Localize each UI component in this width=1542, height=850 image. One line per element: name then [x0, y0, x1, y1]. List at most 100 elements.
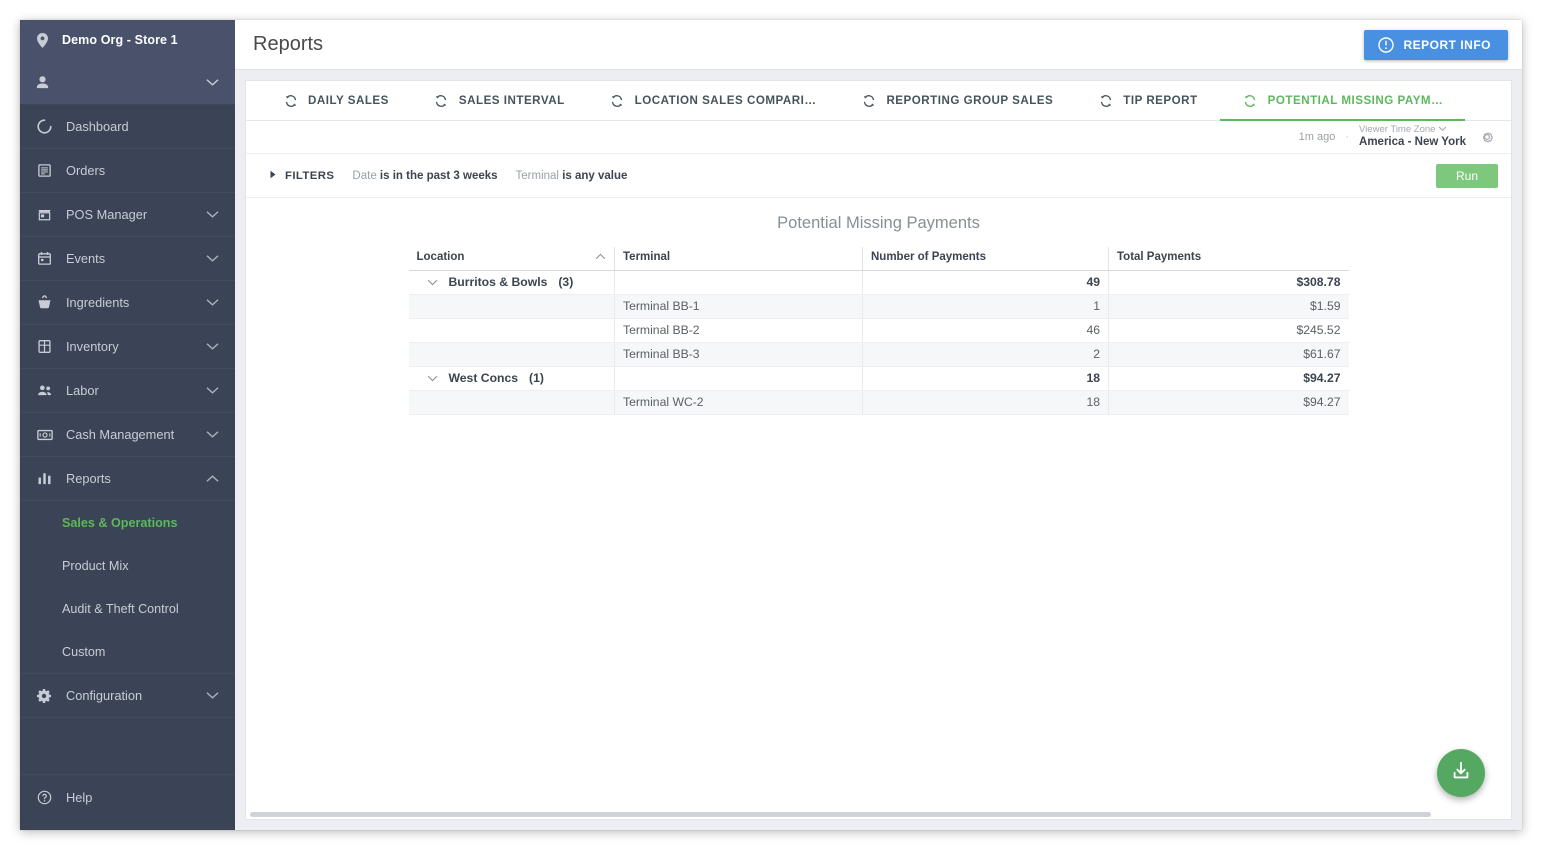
filter-chip-terminal[interactable]: Terminal is any value — [516, 170, 628, 182]
refresh-icon — [282, 92, 299, 109]
sidebar-item-events[interactable]: Events — [20, 237, 235, 281]
chevron-down-icon — [204, 294, 221, 311]
sidebar-item-audit-theft-control[interactable]: Audit & Theft Control — [20, 587, 235, 630]
table-header-row: Location Terminal Number of Payments Tot… — [408, 247, 1349, 271]
sort-asc-icon — [595, 251, 606, 263]
tab-tip-report[interactable]: TIP REPORT — [1075, 81, 1219, 120]
report-info-button[interactable]: REPORT INFO — [1364, 29, 1508, 60]
sidebar-item-labor[interactable]: Labor — [20, 369, 235, 413]
sidebar-item-label: Configuration — [66, 688, 143, 703]
cell-terminal: Terminal BB-2 — [614, 318, 863, 343]
report-settings-gear-icon[interactable] — [1476, 126, 1498, 148]
sidebar-nav-list: Dashboard Orders POS Manager Events Ingr… — [20, 105, 235, 718]
tab-label: REPORTING GROUP SALES — [886, 94, 1054, 107]
pos-manager-icon — [36, 206, 53, 223]
filters-toggle[interactable]: FILTERS — [270, 170, 334, 182]
refresh-icon — [1242, 92, 1259, 109]
cell-number-of-payments: 49 — [862, 270, 1109, 295]
download-fab-button[interactable] — [1437, 749, 1485, 797]
sidebar-item-sales-and-operations[interactable]: Sales & Operations — [20, 501, 235, 544]
table-head: Location Terminal Number of Payments Tot… — [408, 247, 1349, 271]
cell-number-of-payments: 1 — [862, 294, 1109, 319]
sidebar-subitem-label: Custom — [62, 644, 106, 659]
reports-bar-icon — [36, 470, 53, 487]
page-title: Reports — [253, 33, 324, 55]
sidebar-item-reports[interactable]: Reports — [20, 457, 235, 501]
tab-label: POTENTIAL MISSING PAYM… — [1267, 94, 1444, 107]
report-panel: DAILY SALES SALES INTERVAL LOCATION SALE… — [245, 80, 1512, 820]
sidebar-item-inventory[interactable]: Inventory — [20, 325, 235, 369]
sidebar-item-dashboard[interactable]: Dashboard — [20, 105, 235, 149]
tab-label: LOCATION SALES COMPARI… — [634, 94, 817, 107]
timezone-label: Viewer Time Zone — [1359, 124, 1436, 136]
cell-total-payments: $308.78 — [1108, 270, 1349, 295]
location-pin-icon — [34, 32, 51, 49]
sidebar-item-help[interactable]: Help — [20, 774, 235, 820]
tab-sales-interval[interactable]: SALES INTERVAL — [411, 81, 587, 120]
orders-icon — [36, 162, 53, 179]
chevron-down-icon — [1438, 125, 1447, 136]
column-label: Total Payments — [1117, 251, 1202, 263]
top-bar: Reports REPORT INFO — [235, 20, 1522, 70]
timezone-selector[interactable]: Viewer Time Zone America - New York — [1359, 125, 1466, 149]
user-avatar-icon — [34, 74, 51, 91]
user-menu[interactable] — [20, 60, 235, 105]
cell-total-payments: $94.27 — [1108, 366, 1349, 391]
sidebar-item-label: POS Manager — [66, 207, 148, 222]
column-header-terminal[interactable]: Terminal — [614, 247, 863, 271]
table-row[interactable]: Burritos & Bowls (3) 49 $308.78 — [408, 270, 1349, 295]
tab-label: TIP REPORT — [1123, 94, 1198, 107]
sidebar-item-custom[interactable]: Custom — [20, 630, 235, 673]
filter-chip-date[interactable]: Date is in the past 3 weeks — [352, 170, 497, 182]
sidebar-item-label: Events — [66, 251, 106, 266]
sidebar-item-product-mix[interactable]: Product Mix — [20, 544, 235, 587]
tab-daily-sales[interactable]: DAILY SALES — [260, 81, 411, 120]
horizontal-scrollbar[interactable] — [250, 812, 1431, 817]
expand-collapse-chevron-icon[interactable] — [427, 371, 438, 385]
filter-condition: is any value — [562, 169, 628, 182]
org-selector[interactable]: Demo Org - Store 1 — [20, 20, 235, 60]
column-header-number-of-payments[interactable]: Number of Payments — [862, 247, 1109, 271]
report-title: Potential Missing Payments — [777, 214, 980, 232]
events-calendar-icon — [36, 250, 53, 267]
tab-reporting-group-sales[interactable]: REPORTING GROUP SALES — [838, 81, 1075, 120]
report-body: Potential Missing Payments Location Term… — [246, 198, 1511, 819]
expand-collapse-chevron-icon[interactable] — [427, 275, 438, 289]
table-row[interactable]: West Concs (1) 18 $94.27 — [408, 366, 1349, 391]
refresh-icon — [433, 92, 450, 109]
sidebar-item-cash-management[interactable]: Cash Management — [20, 413, 235, 457]
sidebar-item-pos-manager[interactable]: POS Manager — [20, 193, 235, 237]
sidebar-item-label: Dashboard — [66, 119, 129, 134]
table-row[interactable]: Terminal BB-2 46 $245.52 — [408, 318, 1349, 343]
sidebar-item-configuration[interactable]: Configuration — [20, 674, 235, 718]
cell-location: Burritos & Bowls (3) — [408, 270, 615, 295]
timezone-label-row: Viewer Time Zone — [1359, 125, 1466, 136]
cell-location — [408, 294, 615, 319]
table-row[interactable]: Terminal WC-2 18 $94.27 — [408, 390, 1349, 415]
sidebar-item-ingredients[interactable]: Ingredients — [20, 281, 235, 325]
cell-terminal: Terminal BB-1 — [614, 294, 863, 319]
refresh-icon — [860, 92, 877, 109]
tab-location-sales-comparison[interactable]: LOCATION SALES COMPARI… — [587, 81, 839, 120]
chevron-down-icon — [204, 74, 221, 91]
sidebar-item-label: Ingredients — [66, 295, 130, 310]
sidebar-item-orders[interactable]: Orders — [20, 149, 235, 193]
group-name: Burritos & Bowls — [448, 275, 548, 289]
sidebar-item-label: Reports — [66, 471, 111, 486]
cell-location — [408, 390, 615, 415]
tab-potential-missing-payments[interactable]: POTENTIAL MISSING PAYM… — [1219, 81, 1466, 121]
sidebar-item-label: Cash Management — [66, 427, 175, 442]
run-button[interactable]: Run — [1436, 163, 1498, 188]
table-body: Burritos & Bowls (3) 49 $308.78 Terminal… — [408, 270, 1349, 415]
table-row[interactable]: Terminal BB-1 1 $1.59 — [408, 294, 1349, 319]
filter-condition: is in the past 3 weeks — [379, 169, 498, 182]
chevron-down-icon — [204, 687, 221, 704]
table-row[interactable]: Terminal BB-3 2 $61.67 — [408, 342, 1349, 367]
last-run-time: 1m ago — [1298, 131, 1336, 143]
column-header-total-payments[interactable]: Total Payments — [1108, 247, 1349, 271]
sidebar-subitem-label: Sales & Operations — [62, 515, 178, 530]
cell-location — [408, 342, 615, 367]
column-header-location[interactable]: Location — [408, 247, 615, 271]
sidebar-subitem-label: Product Mix — [62, 558, 129, 573]
